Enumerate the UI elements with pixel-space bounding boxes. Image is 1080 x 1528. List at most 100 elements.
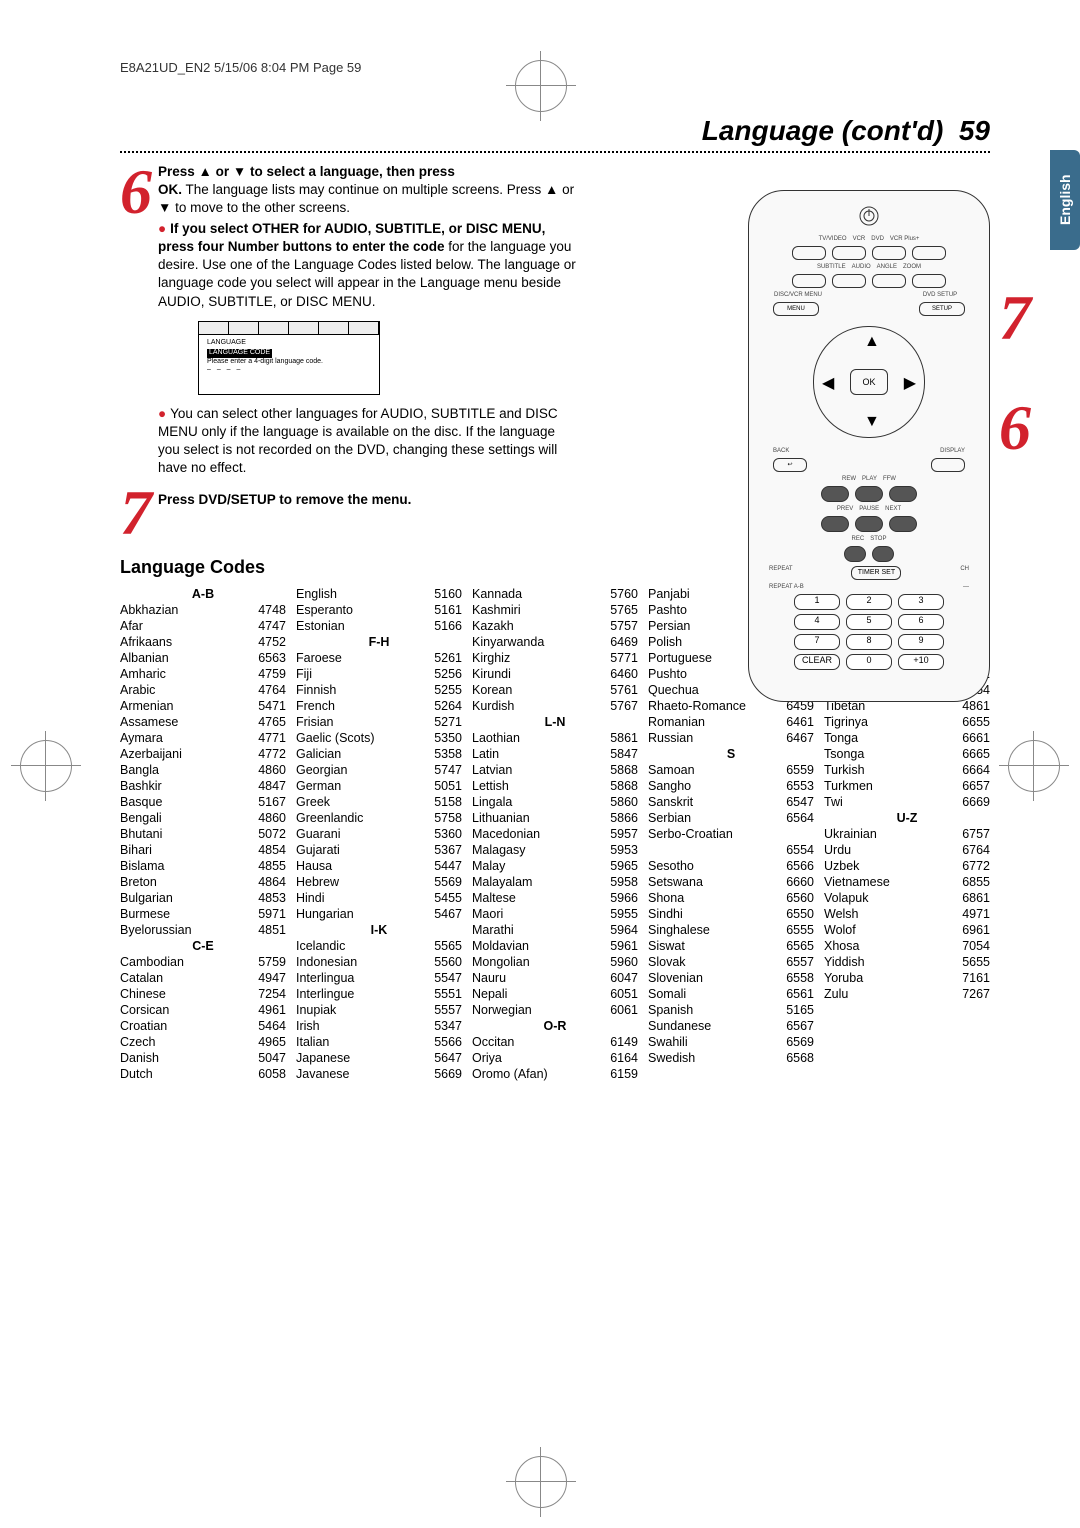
title-underline: [120, 151, 990, 153]
language-code: 5760: [610, 586, 638, 602]
language-name: Persian: [648, 618, 690, 634]
language-code: 6555: [786, 922, 814, 938]
language-name: Croatian: [120, 1018, 167, 1034]
language-code: 5761: [610, 682, 638, 698]
number-button: 8: [846, 634, 892, 650]
language-row: Wolof6961: [824, 922, 990, 938]
language-name: Gaelic (Scots): [296, 730, 375, 746]
language-name: Marathi: [472, 922, 514, 938]
btn-menu: MENU: [773, 302, 819, 316]
language-row: Xhosa7054: [824, 938, 990, 954]
step6-line1a: Press ▲ or ▼ to select a language, then …: [158, 164, 455, 179]
language-row: Indonesian5560: [296, 954, 462, 970]
language-name: Sindhi: [648, 906, 683, 922]
language-row: Chinese7254: [120, 986, 286, 1002]
language-name: Esperanto: [296, 602, 353, 618]
language-row: Hindi5455: [296, 890, 462, 906]
number-button: 3: [898, 594, 944, 610]
language-row: Kinyarwanda6469: [472, 634, 638, 650]
step6-line1b: OK.: [158, 182, 182, 197]
language-code: 5966: [610, 890, 638, 906]
language-code: 6467: [786, 730, 814, 746]
language-code: 5957: [610, 826, 638, 842]
number-button: 7: [794, 634, 840, 650]
language-code: 5160: [434, 586, 462, 602]
language-row: Breton4864: [120, 874, 286, 890]
language-row: Maori 5955: [472, 906, 638, 922]
language-row: Basque5167: [120, 794, 286, 810]
language-row: Gujarati5367: [296, 842, 462, 858]
language-row: Lithuanian5866: [472, 810, 638, 826]
language-row: Hebrew5569: [296, 874, 462, 890]
language-name: Kirghiz: [472, 650, 510, 666]
lbl-audio: AUDIO: [852, 264, 871, 270]
language-name: Welsh: [824, 906, 859, 922]
language-code: 5747: [434, 762, 462, 778]
language-name: Maori: [472, 906, 503, 922]
up-icon: ▲: [864, 333, 880, 351]
language-name: Zulu: [824, 986, 848, 1002]
language-row: Urdu6764: [824, 842, 990, 858]
lbl-play: PLAY: [862, 476, 877, 482]
language-name: Pashto: [648, 602, 687, 618]
language-name: Slovak: [648, 954, 686, 970]
language-code: 6661: [962, 730, 990, 746]
language-name: Arabic: [120, 682, 155, 698]
language-row: Yoruba7161: [824, 970, 990, 986]
language-code: 6563: [258, 650, 286, 666]
language-name: Breton: [120, 874, 157, 890]
language-code: 5547: [434, 970, 462, 986]
language-row: Shona6560: [648, 890, 814, 906]
language-code: 4765: [258, 714, 286, 730]
language-row: Bashkir4847: [120, 778, 286, 794]
language-code: 5955: [610, 906, 638, 922]
callout-7: 7: [999, 281, 1031, 355]
language-name: Setswana: [648, 874, 703, 890]
language-name: Guarani: [296, 826, 340, 842]
column-header: F-H: [296, 634, 462, 650]
lbl-rew: REW: [842, 476, 856, 482]
language-row: Serbian6564: [648, 810, 814, 826]
language-name: Slovenian: [648, 970, 703, 986]
column-header: S: [648, 746, 814, 762]
language-row: Japanese5647: [296, 1050, 462, 1066]
lbl-next: NEXT: [885, 506, 901, 512]
language-row: Maltese5966: [472, 890, 638, 906]
language-row: Singhalese6555: [648, 922, 814, 938]
language-code: 5565: [434, 938, 462, 954]
language-code: 6567: [786, 1018, 814, 1034]
clear-button: CLEAR: [794, 654, 840, 670]
language-code: 6547: [786, 794, 814, 810]
language-name: Russian: [648, 730, 693, 746]
language-code: 5350: [434, 730, 462, 746]
left-icon: ◀: [822, 373, 834, 393]
step6-line1c: The language lists may continue on multi…: [158, 182, 574, 215]
language-row: Croatian5464: [120, 1018, 286, 1034]
language-code: 4861: [962, 698, 990, 714]
bullet-icon: ●: [158, 406, 170, 421]
registration-mark-icon: [1008, 740, 1060, 792]
language-code: 6665: [962, 746, 990, 762]
language-name: Czech: [120, 1034, 155, 1050]
language-row: Slovenian6558: [648, 970, 814, 986]
language-row: Somali6561: [648, 986, 814, 1002]
language-row: Oromo (Afan)6159: [472, 1066, 638, 1082]
language-row: Greek5158: [296, 794, 462, 810]
language-row: Esperanto5161: [296, 602, 462, 618]
language-name: Cambodian: [120, 954, 184, 970]
language-name: Shona: [648, 890, 684, 906]
btn-display: [931, 458, 965, 472]
language-name: Twi: [824, 794, 843, 810]
language-row: Hungarian5467: [296, 906, 462, 922]
language-row: Vietnamese6855: [824, 874, 990, 890]
step-6-number: 6: [120, 163, 152, 221]
language-code: 7254: [258, 986, 286, 1002]
language-name: Bengali: [120, 810, 162, 826]
number-button: 9: [898, 634, 944, 650]
language-row: Sesotho6566: [648, 858, 814, 874]
language-name: Gujarati: [296, 842, 340, 858]
language-name: Pushto: [648, 666, 687, 682]
language-code: 5860: [610, 794, 638, 810]
language-name: Burmese: [120, 906, 170, 922]
language-name: Malagasy: [472, 842, 526, 858]
